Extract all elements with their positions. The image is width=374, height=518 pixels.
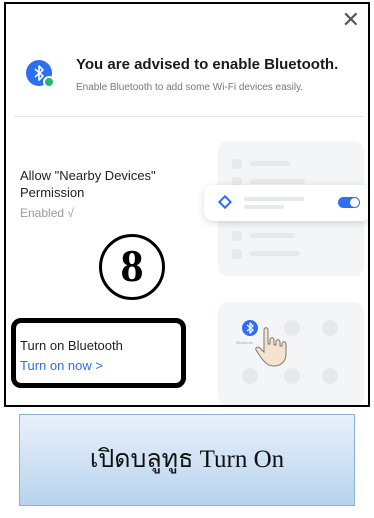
- dialog-title: You are advised to enable Bluetooth.: [76, 56, 339, 73]
- bluetooth-illustration: Bluetooth: [218, 302, 364, 405]
- placeholder-line: [250, 233, 295, 238]
- illustration-label: Bluetooth: [236, 340, 253, 345]
- dialog-subtitle: Enable Bluetooth to add some Wi-Fi devic…: [76, 82, 304, 93]
- divider: [14, 116, 364, 117]
- highlight-box: [11, 318, 186, 388]
- placeholder-line: [250, 251, 300, 256]
- check-badge-icon: [43, 76, 55, 88]
- placeholder-line: [250, 161, 290, 166]
- placeholder-line: [244, 197, 304, 201]
- bluetooth-label: Turn on Bluetooth: [20, 338, 123, 353]
- placeholder-dot: [322, 320, 338, 336]
- bluetooth-dialog: ✕ You are advised to enable Bluetooth. E…: [4, 2, 370, 407]
- instruction-text: เปิดบลูทูธ Turn On: [89, 446, 285, 473]
- close-icon[interactable]: ✕: [342, 10, 360, 32]
- tap-hand-icon: [255, 327, 287, 367]
- turn-on-now-link[interactable]: Turn on now >: [20, 358, 103, 373]
- placeholder-dot: [284, 368, 300, 384]
- placeholder-line: [244, 205, 284, 209]
- placeholder-icon: [232, 231, 242, 241]
- step-number-badge: 8: [99, 234, 165, 300]
- instruction-banner: เปิดบลูทูธ Turn On: [19, 414, 355, 506]
- permission-label: Allow "Nearby Devices" Permission: [20, 168, 156, 200]
- placeholder-line: [250, 179, 305, 184]
- permission-status: Enabled √: [20, 206, 74, 220]
- placeholder-icon: [232, 249, 242, 259]
- placeholder-dot: [242, 368, 258, 384]
- placeholder-dot: [322, 368, 338, 384]
- nearby-devices-toggle-card: [204, 185, 368, 221]
- placeholder-icon: [232, 159, 242, 169]
- toggle-switch[interactable]: [338, 197, 360, 208]
- nearby-devices-icon: [217, 194, 233, 210]
